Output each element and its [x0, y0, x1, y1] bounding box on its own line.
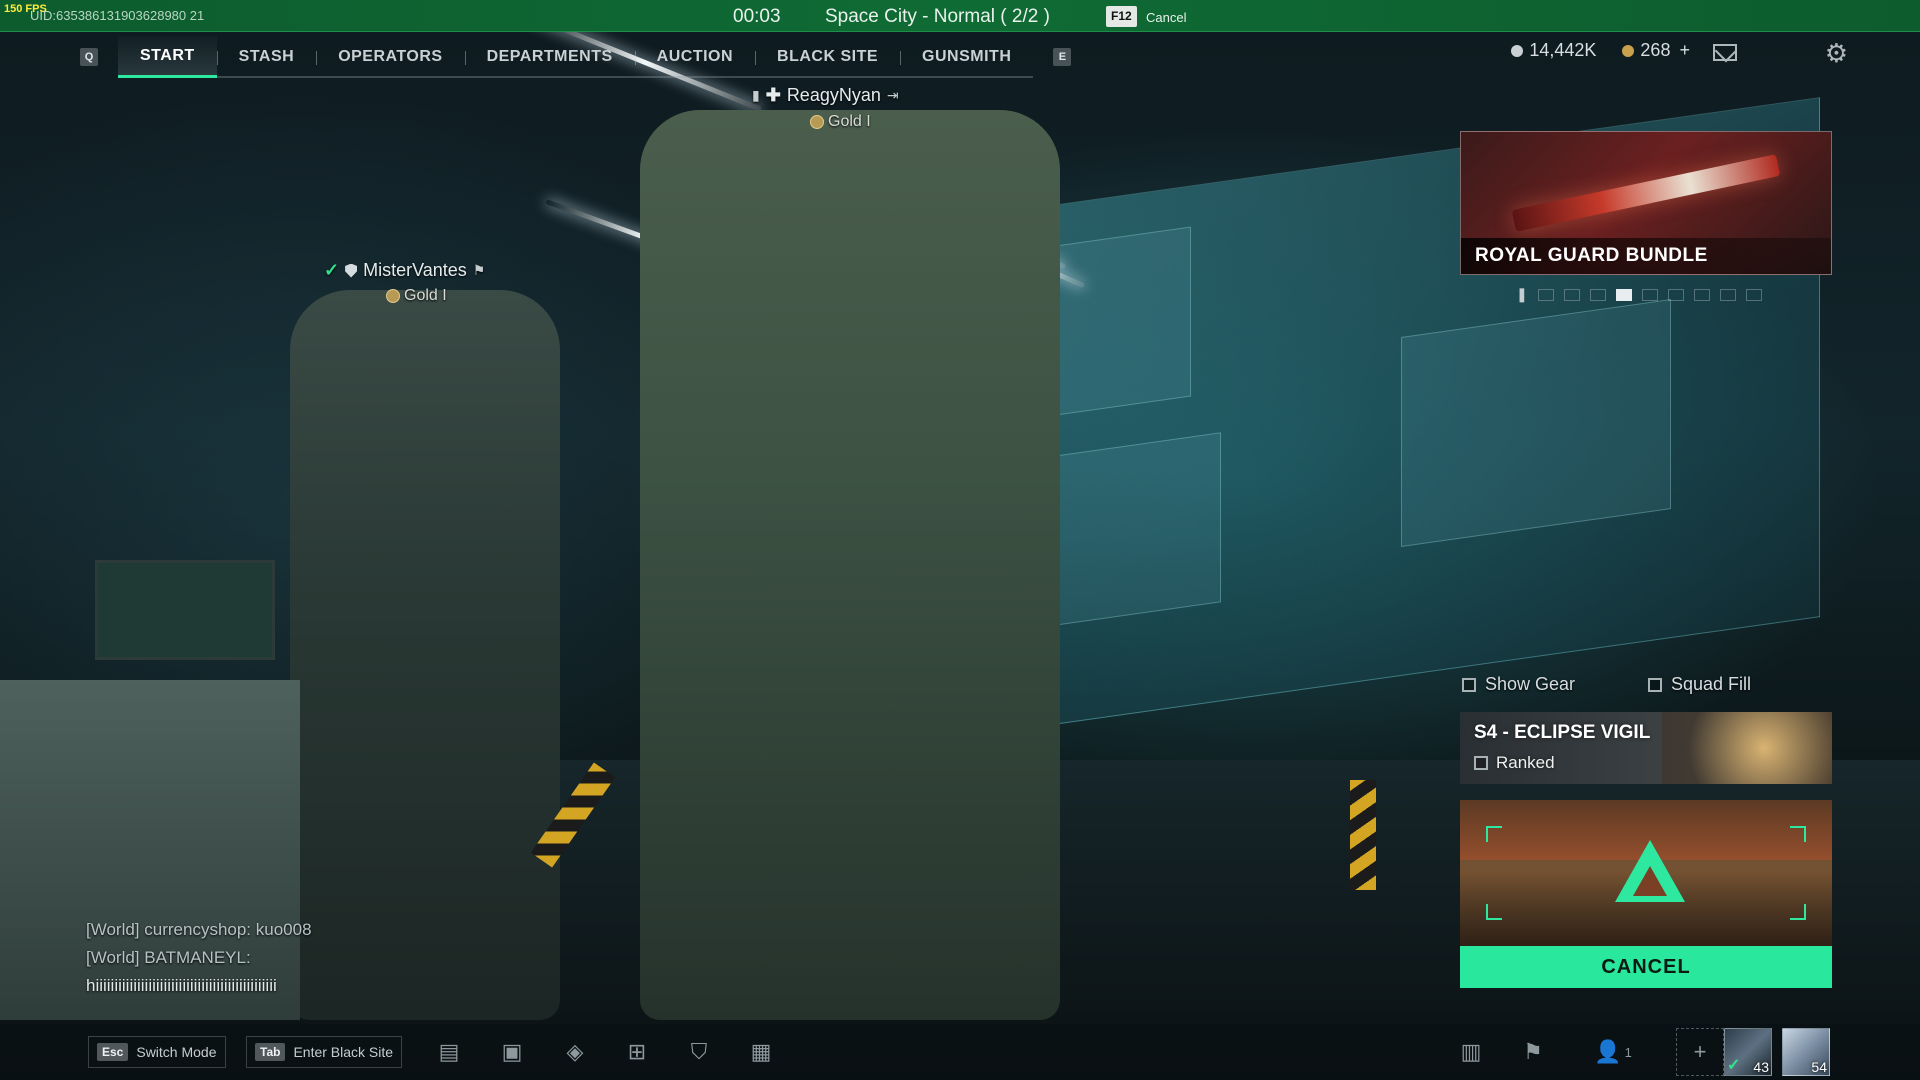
mask-icon[interactable]: ◈ — [560, 1038, 590, 1066]
silver-coin-icon — [1511, 45, 1524, 57]
pager-dot[interactable] — [1641, 288, 1658, 301]
show-gear-checkbox[interactable] — [1462, 677, 1476, 692]
pager-dot[interactable] — [1563, 288, 1580, 301]
add-gold-button[interactable]: + — [1679, 40, 1690, 60]
cancel-button[interactable]: CANCEL — [1460, 946, 1832, 988]
gear-icon[interactable]: ⚙ — [1825, 40, 1848, 66]
pager-dot-active[interactable] — [1615, 288, 1632, 301]
player-operator — [640, 110, 1060, 1020]
shield-lightning-icon[interactable]: ⛉ — [684, 1038, 714, 1066]
cancel-matchmaking-link[interactable]: Cancel — [1146, 10, 1186, 25]
uid-label: UID:635386131903628980 21 — [30, 8, 205, 23]
pager-dot[interactable] — [1745, 288, 1762, 301]
teammate-name: MisterVantes — [363, 260, 467, 280]
bundle-pager: ❚ — [1516, 286, 1762, 303]
rank-badge-icon — [810, 115, 824, 129]
mic-icon: ▮ — [752, 87, 760, 103]
laptop-screen — [95, 560, 275, 660]
map-preview-card[interactable] — [1460, 800, 1832, 946]
chat-line: [World] BATMANEYL: — [86, 948, 251, 967]
tab-auction[interactable]: AUCTION — [634, 36, 755, 78]
exit-icon: ⇥ — [886, 87, 899, 103]
chat-line: [World] currencyshop: kuo008 — [86, 920, 312, 939]
season-title: S4 - ECLIPSE VIGIL — [1474, 722, 1651, 743]
rifle-artwork — [1511, 154, 1781, 232]
squad-fill-checkbox[interactable] — [1648, 677, 1662, 692]
teammate-operator — [290, 290, 560, 1020]
ranked-checkbox[interactable] — [1474, 756, 1488, 770]
leader-name: ReagyNyan — [786, 85, 881, 105]
nav-next-key[interactable]: E — [1053, 48, 1072, 66]
bundle-banner[interactable]: ROYAL GUARD BUNDLE — [1460, 131, 1832, 275]
squad-avatar-1[interactable]: ✓ 43 — [1724, 1028, 1772, 1076]
medic-cross-icon: ✚ — [765, 85, 781, 105]
main-nav: Q START STASH OPERATORS DEPARTMENTS AUCT… — [80, 36, 1072, 78]
squad-avatar-2[interactable]: 54 — [1782, 1028, 1830, 1076]
gold-currency[interactable]: 268 + — [1622, 40, 1690, 61]
ranked-toggle[interactable]: Ranked — [1474, 753, 1555, 773]
pager-dot[interactable] — [1719, 288, 1736, 301]
enter-black-site-hint[interactable]: Tab Enter Black Site — [246, 1036, 403, 1068]
tab-black-site[interactable]: BLACK SITE — [755, 36, 900, 78]
stats-icon[interactable]: ▥ — [1456, 1038, 1486, 1066]
leader-rank: Gold I — [810, 113, 871, 131]
season-mode-card[interactable]: S4 - ECLIPSE VIGIL Ranked — [1460, 712, 1832, 784]
status-bar: 150 FPS UID:635386131903628980 21 00:03 … — [0, 0, 1920, 32]
tab-stash[interactable]: STASH — [216, 36, 317, 78]
party-icon[interactable]: 👤 1 — [1588, 1038, 1638, 1066]
nav-prev-key[interactable]: Q — [80, 48, 98, 66]
shield-icon — [345, 263, 358, 278]
teammate-rank: Gold I — [386, 287, 447, 305]
ready-check-icon: ✓ — [324, 260, 340, 280]
tab-start[interactable]: START — [118, 36, 217, 78]
tab-operators[interactable]: OPERATORS — [316, 36, 464, 78]
switch-mode-hint[interactable]: Esc Switch Mode — [88, 1036, 226, 1068]
pager-dot[interactable] — [1693, 288, 1710, 301]
bundle-title: ROYAL GUARD BUNDLE — [1461, 238, 1831, 274]
leader-nameplate: ▮ ✚ ReagyNyan ⇥ — [752, 85, 899, 106]
matchmaking-timer: 00:03 — [733, 6, 781, 27]
pager-dot[interactable] — [1537, 288, 1554, 301]
chat-input[interactable]: hiiiiiiiiiiiiiiiiiiiiiiiiiiiiiiiiiiiiiii… — [86, 972, 312, 1000]
squad-fill-toggle[interactable]: Squad Fill — [1648, 674, 1751, 695]
add-squad-member-button[interactable]: + — [1676, 1028, 1724, 1076]
calendar-icon[interactable]: ▦ — [746, 1038, 776, 1066]
tab-gunsmith[interactable]: GUNSMITH — [900, 36, 1033, 78]
rank-badge-icon — [386, 289, 400, 303]
mail-icon[interactable] — [1713, 44, 1737, 61]
pager-info-icon: ❚ — [1516, 286, 1528, 302]
currency-display: 14,442K 268 + — [1511, 40, 1690, 61]
ready-check-icon: ✓ — [1727, 1057, 1741, 1074]
chat-icon[interactable]: ▤ — [434, 1038, 464, 1066]
tab-departments[interactable]: DEPARTMENTS — [464, 36, 635, 78]
flag-icon: ⚑ — [472, 262, 486, 278]
show-gear-toggle[interactable]: Show Gear — [1462, 674, 1575, 695]
briefcase-icon[interactable]: ▣ — [497, 1038, 527, 1066]
pager-dot[interactable] — [1589, 288, 1606, 301]
cart-icon[interactable]: ⊞ — [622, 1038, 652, 1066]
flag-icon[interactable]: ⚑ — [1518, 1038, 1548, 1066]
cancel-key-hint[interactable]: F12 — [1106, 6, 1137, 27]
chat-log: [World] currencyshop: kuo008 [World] BAT… — [86, 916, 312, 1000]
teammate-nameplate: ✓ MisterVantes ⚑ — [324, 260, 485, 281]
pager-dot[interactable] — [1667, 288, 1684, 301]
gold-coin-icon — [1622, 45, 1635, 57]
queued-map: Space City - Normal ( 2/2 ) — [825, 6, 1050, 27]
silver-currency[interactable]: 14,442K — [1511, 40, 1596, 61]
